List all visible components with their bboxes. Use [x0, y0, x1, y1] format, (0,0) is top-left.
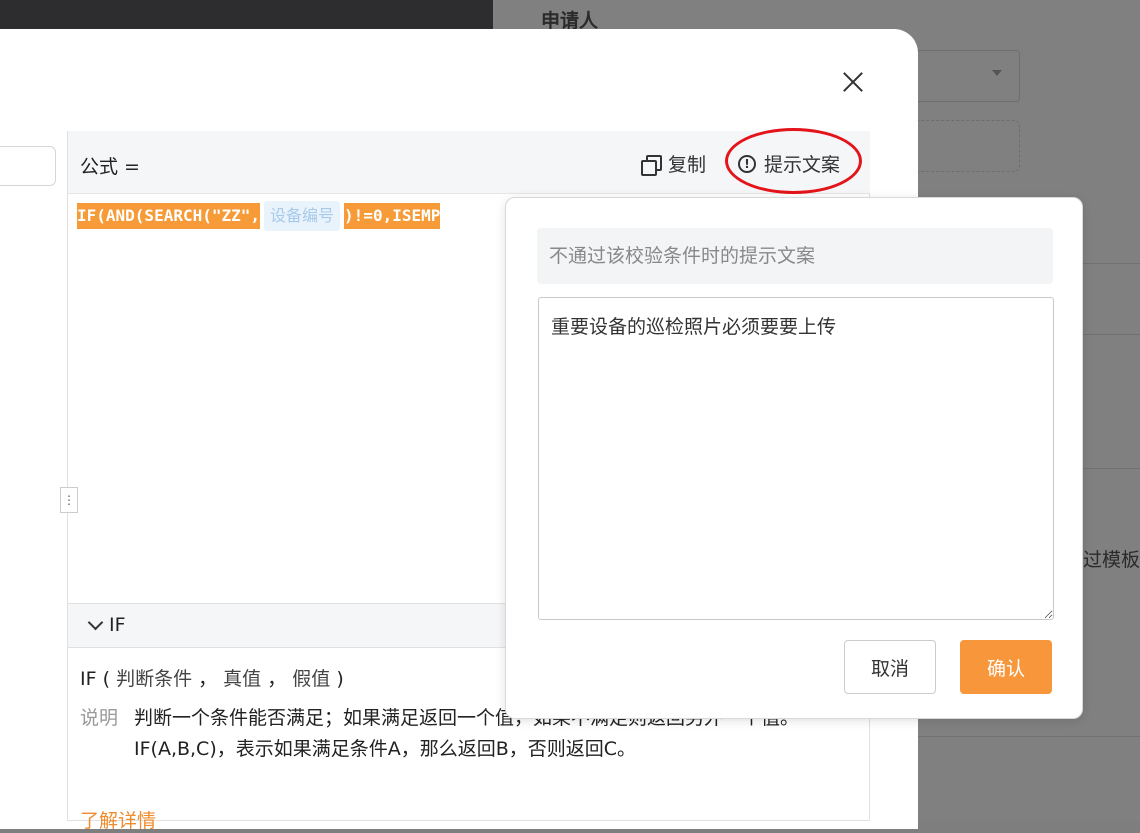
hint-title-input[interactable] — [537, 228, 1053, 284]
copy-icon — [640, 154, 662, 176]
background-select — [905, 50, 1020, 102]
background-topbar — [0, 0, 493, 29]
formula-code[interactable]: IF(AND(SEARCH("ZZ", 设备编号 )!=0,ISEMP — [77, 201, 441, 231]
field-search-input[interactable] — [0, 146, 56, 186]
cancel-button[interactable]: 取消 — [844, 640, 936, 694]
learn-more-link[interactable]: 了解详情 — [80, 806, 156, 833]
confirm-button[interactable]: 确认 — [960, 640, 1052, 694]
function-section-title: IF — [109, 614, 126, 636]
background-divider — [905, 736, 1140, 737]
panel-divider — [67, 131, 68, 821]
hint-message-textarea[interactable]: 重要设备的巡检照片必须要要上传 — [538, 297, 1054, 620]
function-section-toggle[interactable]: IF — [87, 614, 126, 636]
description-label: 说明 — [80, 707, 119, 729]
background-upload-area — [905, 120, 1020, 172]
copy-label: 复制 — [668, 154, 707, 176]
hint-text-button[interactable]: ! 提示文案 — [738, 150, 840, 177]
formula-label: 公式 = — [80, 156, 140, 178]
hint-label: 提示文案 — [764, 154, 841, 176]
description-line: IF(A,B,C)，表示如果满足条件A，那么返回B，否则返回C。 — [134, 738, 637, 760]
function-signature: IF ( 判断条件 ， 真值 ， 假值 ) — [80, 668, 344, 690]
code-segment: IF(AND(SEARCH("ZZ", — [77, 203, 261, 229]
close-icon[interactable] — [842, 71, 864, 93]
chevron-down-icon — [87, 614, 104, 630]
exclamation-circle-icon: ! — [738, 154, 756, 173]
code-segment: )!=0,ISEMP — [344, 203, 441, 229]
caret-down-icon — [992, 70, 1002, 76]
field-tag: 设备编号 — [264, 201, 341, 231]
drag-handle-icon[interactable]: ⋮ — [60, 487, 78, 513]
copy-button[interactable]: 复制 — [640, 150, 706, 177]
background-side-text: 过模板 — [1083, 549, 1140, 571]
